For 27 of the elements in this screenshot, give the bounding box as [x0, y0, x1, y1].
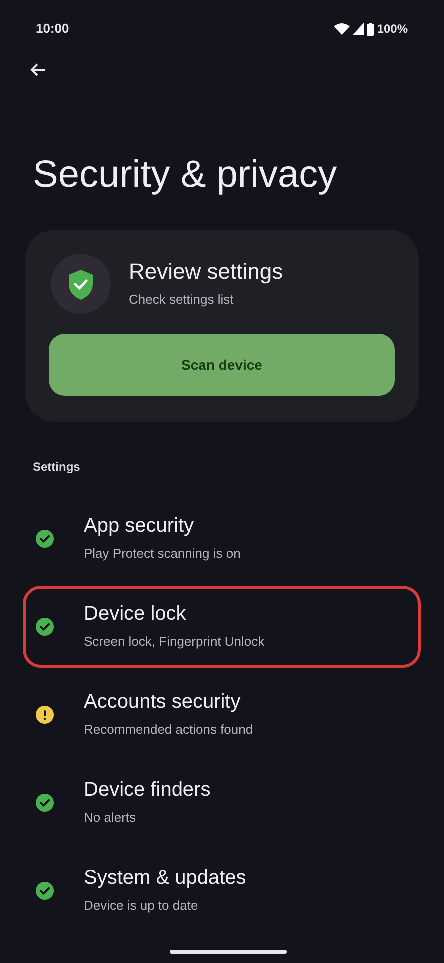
signal-icon	[353, 23, 364, 35]
card-title: Review settings	[129, 258, 284, 286]
battery-icon	[367, 22, 374, 36]
item-subtitle: Recommended actions found	[84, 721, 254, 740]
settings-item[interactable]: Device finders No alerts	[23, 762, 421, 844]
item-title: System & updates	[84, 866, 246, 890]
scan-button[interactable]: Scan device	[49, 334, 395, 396]
item-subtitle: Play Protect scanning is on	[84, 545, 241, 564]
settings-item[interactable]: Device lock Screen lock, Fingerprint Unlock	[23, 586, 421, 668]
item-subtitle: No alerts	[84, 809, 138, 828]
back-arrow-icon	[29, 61, 47, 79]
item-title: Device finders	[84, 778, 211, 802]
item-title: Device lock	[84, 602, 188, 626]
item-subtitle: Device is up to date	[84, 897, 200, 916]
settings-item[interactable]: System & updates Device is up to date	[23, 850, 421, 932]
battery-percent: 100%	[377, 21, 408, 38]
settings-item[interactable]: App security Play Protect scanning is on	[23, 498, 421, 580]
card-subtitle: Check settings list	[129, 291, 235, 310]
section-label: Settings	[32, 459, 82, 476]
shield-check-icon	[51, 254, 111, 314]
clock: 10:00	[36, 20, 70, 38]
settings-item[interactable]: Accounts security Recommended actions found	[23, 674, 421, 756]
item-subtitle: Screen lock, Fingerprint Unlock	[84, 633, 265, 652]
wifi-icon	[334, 23, 350, 35]
page-title: Security & privacy	[32, 153, 338, 198]
item-title: App security	[84, 514, 196, 538]
item-title: Accounts security	[84, 690, 242, 714]
